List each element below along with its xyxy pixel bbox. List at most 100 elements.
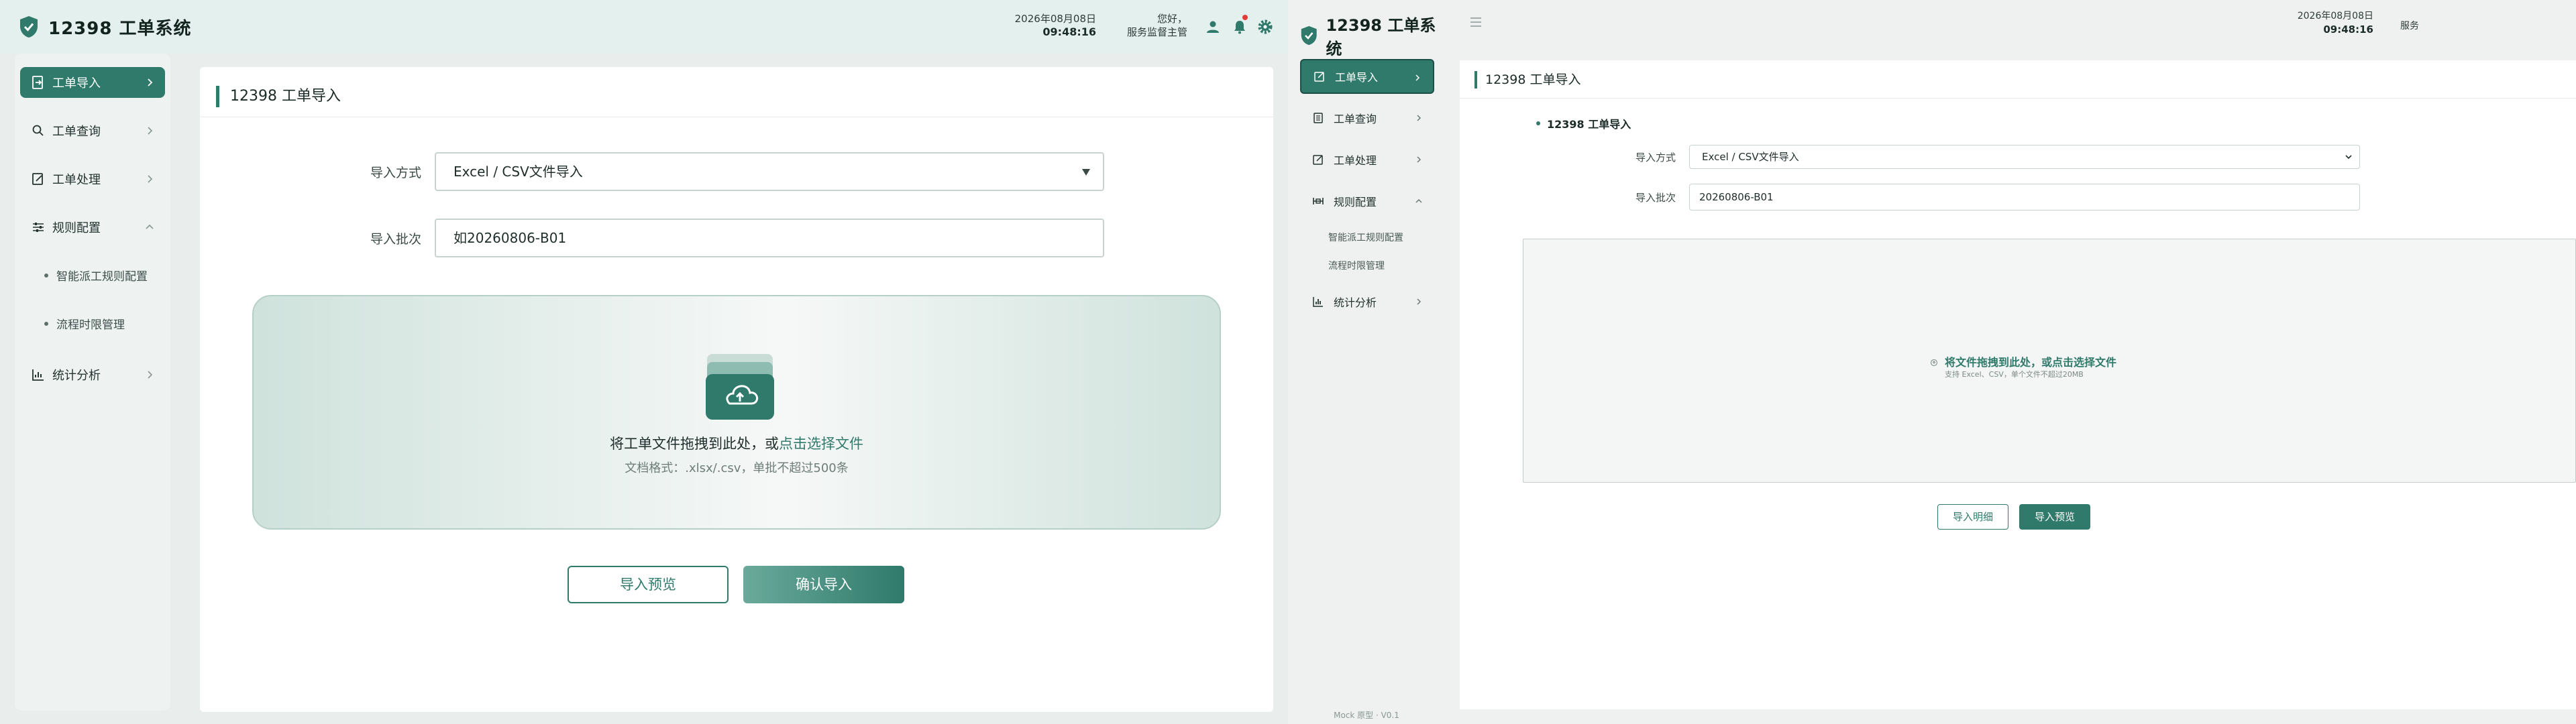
brand-title: 12398 工单系统	[1326, 16, 1436, 58]
menu-icon[interactable]	[1469, 16, 1483, 28]
import-preview-button[interactable]: 导入预览	[2019, 504, 2090, 530]
sidebar-item-label: 规则配置	[1334, 196, 1377, 208]
search-list-icon	[32, 125, 44, 136]
header-time: 09:48:16	[2323, 23, 2373, 36]
chevron-right-icon	[148, 78, 153, 86]
chevron-right-icon	[148, 371, 153, 379]
drop-hint: 文档格式：.xlsx/.csv，单批不超过500条	[625, 461, 849, 475]
edit-document-icon	[32, 173, 43, 185]
sidebar-subitem-time-limits[interactable]: 流程时限管理	[1328, 259, 1385, 272]
section-heading: 12398 工单导入	[1536, 115, 1631, 131]
sidebar: 工单导入 工单查询 工单处理 规则配置 智能派工规则配置 流程时限管理 统计分析	[15, 54, 170, 711]
sidebar-subitem-label: 流程时限管理	[56, 318, 125, 332]
sidebar-item-import[interactable]: 工单导入	[20, 67, 165, 98]
greeting-text: 您好，	[1157, 13, 1187, 25]
user-greeting: 服务	[2400, 21, 2419, 32]
file-drop-zone[interactable]: 将工单文件拖拽到此处，或点击选择文件 文档格式：.xlsx/.csv，单批不超过…	[252, 295, 1221, 530]
card-divider	[1460, 98, 2576, 99]
sidebar-item-query[interactable]: 工单查询	[1300, 101, 1434, 135]
sidebar-item-label: 工单处理	[1334, 154, 1377, 167]
header-date: 2026年08月08日	[2297, 11, 2373, 21]
chevron-right-icon	[148, 127, 153, 135]
drop-instruction: 将工单文件拖拽到此处，或点击选择文件	[254, 433, 1220, 453]
select-file-link[interactable]: 点击选择文件	[779, 436, 863, 452]
sidebar: 12398 工单系统 工单导入 工单查询 工单处理 规则配置 智能派工规则配置 …	[1288, 0, 1445, 724]
import-card: 12398 工单导入 导入方式 Excel / CSV文件导入 导入批次 如20…	[200, 67, 1273, 712]
right-app-window: 12398 工单系统 工单导入 工单查询 工单处理 规则配置 智能派工规则配置 …	[1288, 0, 2576, 724]
chevron-right-icon	[148, 175, 153, 183]
import-method-value: Excel / CSV文件导入	[453, 164, 583, 180]
card-title: 12398 工单导入	[216, 86, 341, 107]
document-list-icon	[1313, 113, 1323, 123]
header-time: 09:48:16	[1042, 25, 1096, 38]
file-import-icon	[32, 76, 43, 89]
shield-logo-icon	[20, 16, 38, 38]
upload-icon	[1930, 359, 1938, 367]
batch-label: 导入批次	[370, 232, 421, 247]
user-icon[interactable]	[1205, 19, 1221, 35]
card-title: 12398 工单导入	[1474, 71, 1580, 88]
rules-icon	[1313, 198, 1324, 204]
bell-icon[interactable]	[1232, 19, 1248, 35]
caret-down-icon	[1082, 169, 1090, 176]
batch-value: 如20260806-B01	[453, 230, 567, 246]
drop-hint: 支持 Excel、CSV，单个文件不超过20MB	[1945, 370, 2084, 379]
drop-text: 将工单文件拖拽到此处，或	[610, 436, 779, 452]
sidebar-item-stats[interactable]: 统计分析	[20, 359, 165, 390]
import-preview-button[interactable]: 导入预览	[568, 566, 729, 603]
chart-icon	[1313, 297, 1323, 307]
chevron-right-icon	[1417, 156, 1421, 163]
sidebar-item-label: 工单处理	[52, 173, 101, 187]
sidebar-item-label: 规则配置	[52, 221, 101, 235]
sidebar-item-label: 工单导入	[1335, 71, 1379, 84]
chevron-right-icon	[1417, 115, 1421, 121]
import-method-label: 导入方式	[1635, 152, 1676, 164]
batch-value: 20260806-B01	[1699, 191, 1774, 203]
sidebar-item-stats[interactable]: 统计分析	[1300, 284, 1434, 319]
sidebar-item-query[interactable]: 工单查询	[20, 115, 165, 146]
header-datetime: 2026年08月08日 09:48:16	[2254, 9, 2373, 36]
sidebar-subitem-dispatch-rules[interactable]: 智能派工规则配置	[44, 267, 148, 284]
drop-instruction: 将文件拖拽到此处，或点击选择文件	[1945, 356, 2117, 369]
brand-title: 12398 工单系统	[48, 18, 192, 39]
bullet-dot	[44, 273, 48, 278]
gear-icon[interactable]	[1257, 19, 1273, 35]
sidebar-item-process[interactable]: 工单处理	[20, 164, 165, 194]
header-datetime: 2026年08月08日 09:48:16	[1006, 12, 1096, 39]
sidebar-subitem-label: 智能派工规则配置	[56, 270, 148, 284]
bullet-dot	[1536, 121, 1540, 125]
cloud-upload-icon	[706, 354, 774, 420]
sidebar-item-process[interactable]: 工单处理	[1300, 142, 1434, 177]
sidebar-item-label: 工单导入	[52, 76, 101, 90]
chevron-right-icon	[1415, 74, 1420, 81]
sidebar-item-label: 工单查询	[52, 125, 101, 139]
brand: 12398 工单系统	[19, 15, 192, 39]
user-greeting: 您好， 服务监督主管	[1114, 12, 1187, 39]
import-method-select[interactable]: Excel / CSV文件导入	[1689, 145, 2360, 169]
left-app-window: 12398 工单系统 2026年08月08日 09:48:16 您好， 服务监督…	[0, 0, 1288, 724]
import-method-select[interactable]: Excel / CSV文件导入	[435, 152, 1104, 191]
sidebar-item-label: 工单查询	[1334, 113, 1377, 125]
file-drop-zone[interactable]: 将文件拖拽到此处，或点击选择文件 支持 Excel、CSV，单个文件不超过20M…	[1523, 239, 2576, 483]
confirm-import-button[interactable]: 确认导入	[743, 566, 904, 603]
sidebar-subitem-time-limits[interactable]: 流程时限管理	[44, 315, 125, 332]
sidebar-item-rules[interactable]: 规则配置	[20, 212, 165, 243]
section-title: 12398 工单导入	[1547, 118, 1631, 131]
batch-input[interactable]: 20260806-B01	[1689, 184, 2360, 210]
chevron-up-icon	[1415, 198, 1422, 203]
bullet-dot	[44, 321, 48, 326]
sidebar-item-import[interactable]: 工单导入	[1300, 59, 1434, 94]
edit-square-icon	[1313, 155, 1323, 165]
import-detail-button[interactable]: 导入明细	[1937, 504, 2008, 530]
header-date: 2026年08月08日	[1014, 13, 1096, 25]
import-method-value: Excel / CSV文件导入	[1702, 151, 1799, 163]
user-role: 服务监督主管	[1126, 26, 1187, 38]
brand: 12398 工单系统	[1300, 12, 1445, 59]
chevron-right-icon	[1417, 298, 1421, 305]
shield-logo-icon	[1301, 25, 1317, 46]
sidebar-item-rules[interactable]: 规则配置	[1300, 184, 1434, 219]
edit-square-icon	[1314, 72, 1324, 82]
sliders-icon	[33, 223, 44, 232]
sidebar-subitem-dispatch-rules[interactable]: 智能派工规则配置	[1328, 231, 1403, 244]
batch-input[interactable]: 如20260806-B01	[435, 219, 1104, 257]
